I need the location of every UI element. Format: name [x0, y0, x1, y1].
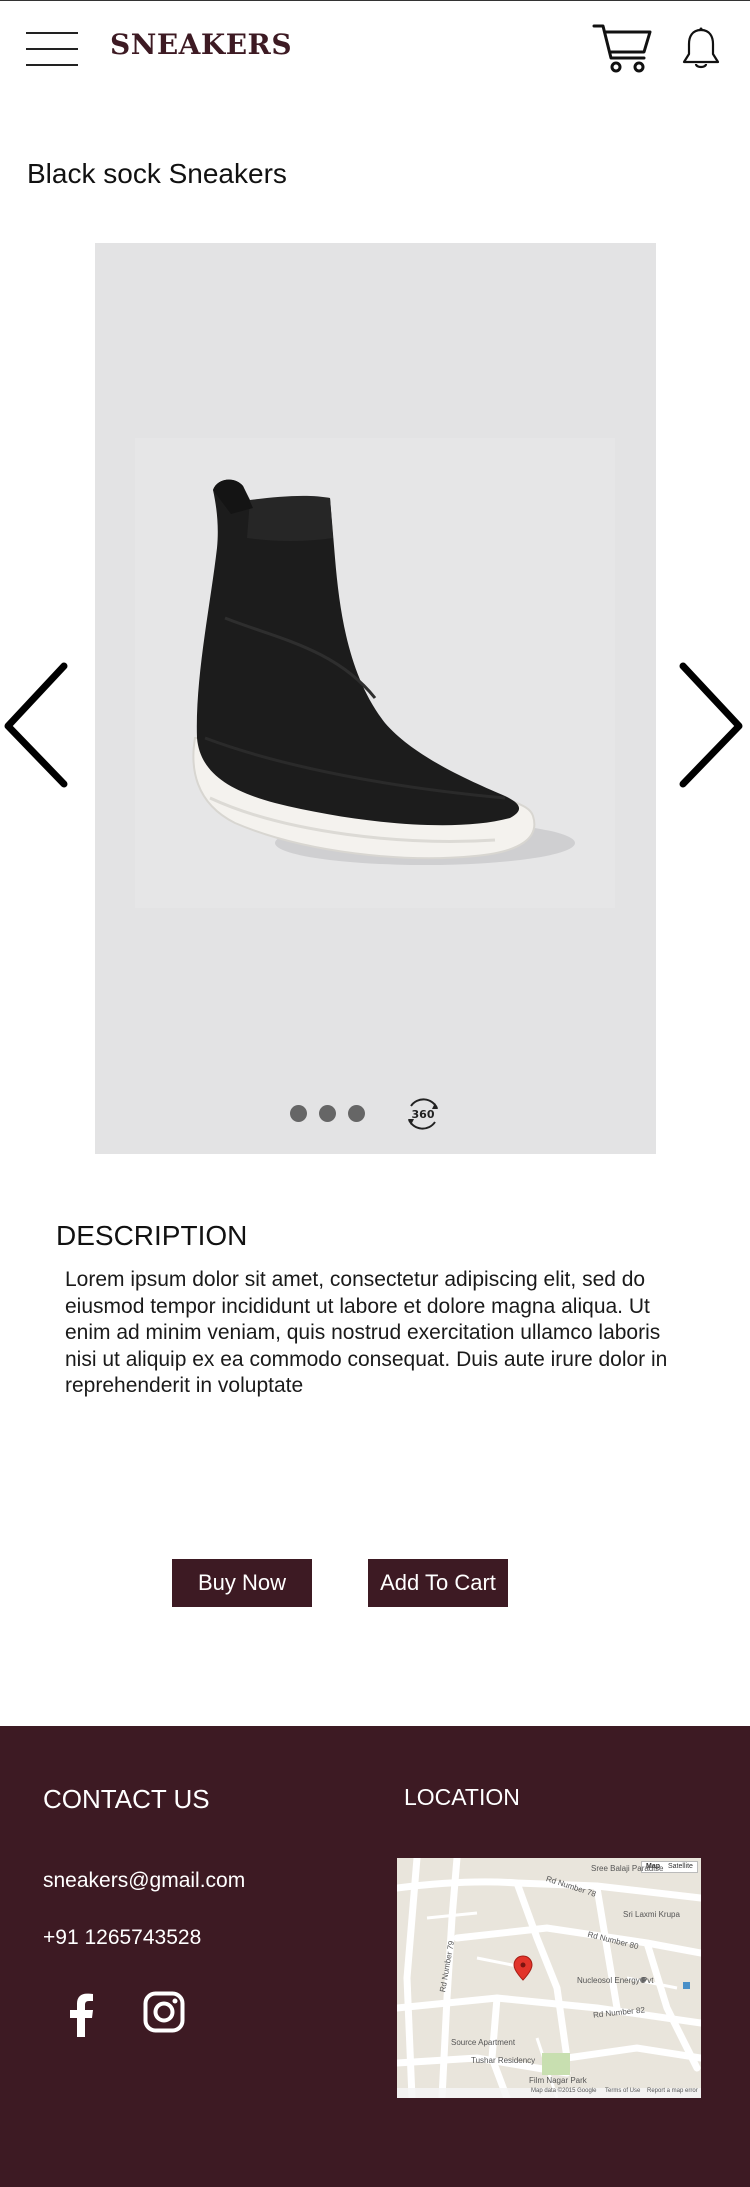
description-heading: DESCRIPTION: [56, 1220, 248, 1251]
description-text: Lorem ipsum dolor sit amet, consectetur …: [65, 1268, 668, 1397]
gallery-dot-3[interactable]: [348, 1105, 365, 1122]
facebook-icon[interactable]: [66, 1993, 96, 2037]
map-toggle-satellite[interactable]: Satellite: [664, 1862, 697, 1872]
map-attribution: Map data ©2015 Google: [531, 2088, 597, 2094]
map-label: Nucleosol Energy Pvt: [577, 1976, 654, 1985]
gallery-dot-1[interactable]: [290, 1105, 307, 1122]
product-image-gallery[interactable]: 360: [95, 243, 656, 1154]
location-heading: LOCATION: [404, 1784, 520, 1810]
buy-now-button[interactable]: Buy Now: [172, 1559, 312, 1607]
map-label: Sri Laxmi Krupa: [623, 1910, 680, 1919]
map-terms-link[interactable]: Terms of Use: [605, 2088, 640, 2094]
map-label: Film Nagar Park: [529, 2076, 587, 2085]
previous-image-arrow-icon[interactable]: [0, 660, 72, 790]
footer: CONTACT US LOCATION sneakers@gmail.com +…: [0, 1726, 750, 2187]
gallery-dot-2[interactable]: [319, 1105, 336, 1122]
view-360-icon[interactable]: 360: [403, 1094, 443, 1134]
contact-email-link[interactable]: sneakers@gmail.com: [43, 1869, 245, 1893]
map-label: Tushar Residency: [471, 2056, 536, 2065]
product-image-black-sock-sneaker: [135, 438, 615, 908]
map-label: Source Apartment: [451, 2038, 516, 2047]
brand-logo[interactable]: SNEAKERS: [110, 28, 292, 61]
product-title: Black sock Sneakers: [27, 158, 287, 189]
view-360-label: 360: [412, 1108, 435, 1121]
map-report-error-link[interactable]: Report a map error: [647, 2088, 698, 2094]
contact-phone-link[interactable]: +91 1265743528: [43, 1926, 201, 1950]
notification-bell-icon[interactable]: [680, 26, 722, 72]
contact-us-heading: CONTACT US: [43, 1784, 210, 1814]
instagram-icon[interactable]: [143, 1991, 185, 2033]
map-label: Sree Balaji Paradise: [591, 1864, 664, 1873]
app-header: SNEAKERS: [0, 0, 750, 100]
shopping-cart-icon[interactable]: [592, 22, 654, 74]
location-map[interactable]: Map Satellite Sree Balaji Paradise Rd Nu…: [397, 1858, 701, 2098]
add-to-cart-button[interactable]: Add To Cart: [368, 1559, 508, 1607]
next-image-arrow-icon[interactable]: [675, 660, 747, 790]
hamburger-menu-icon[interactable]: [26, 30, 78, 68]
